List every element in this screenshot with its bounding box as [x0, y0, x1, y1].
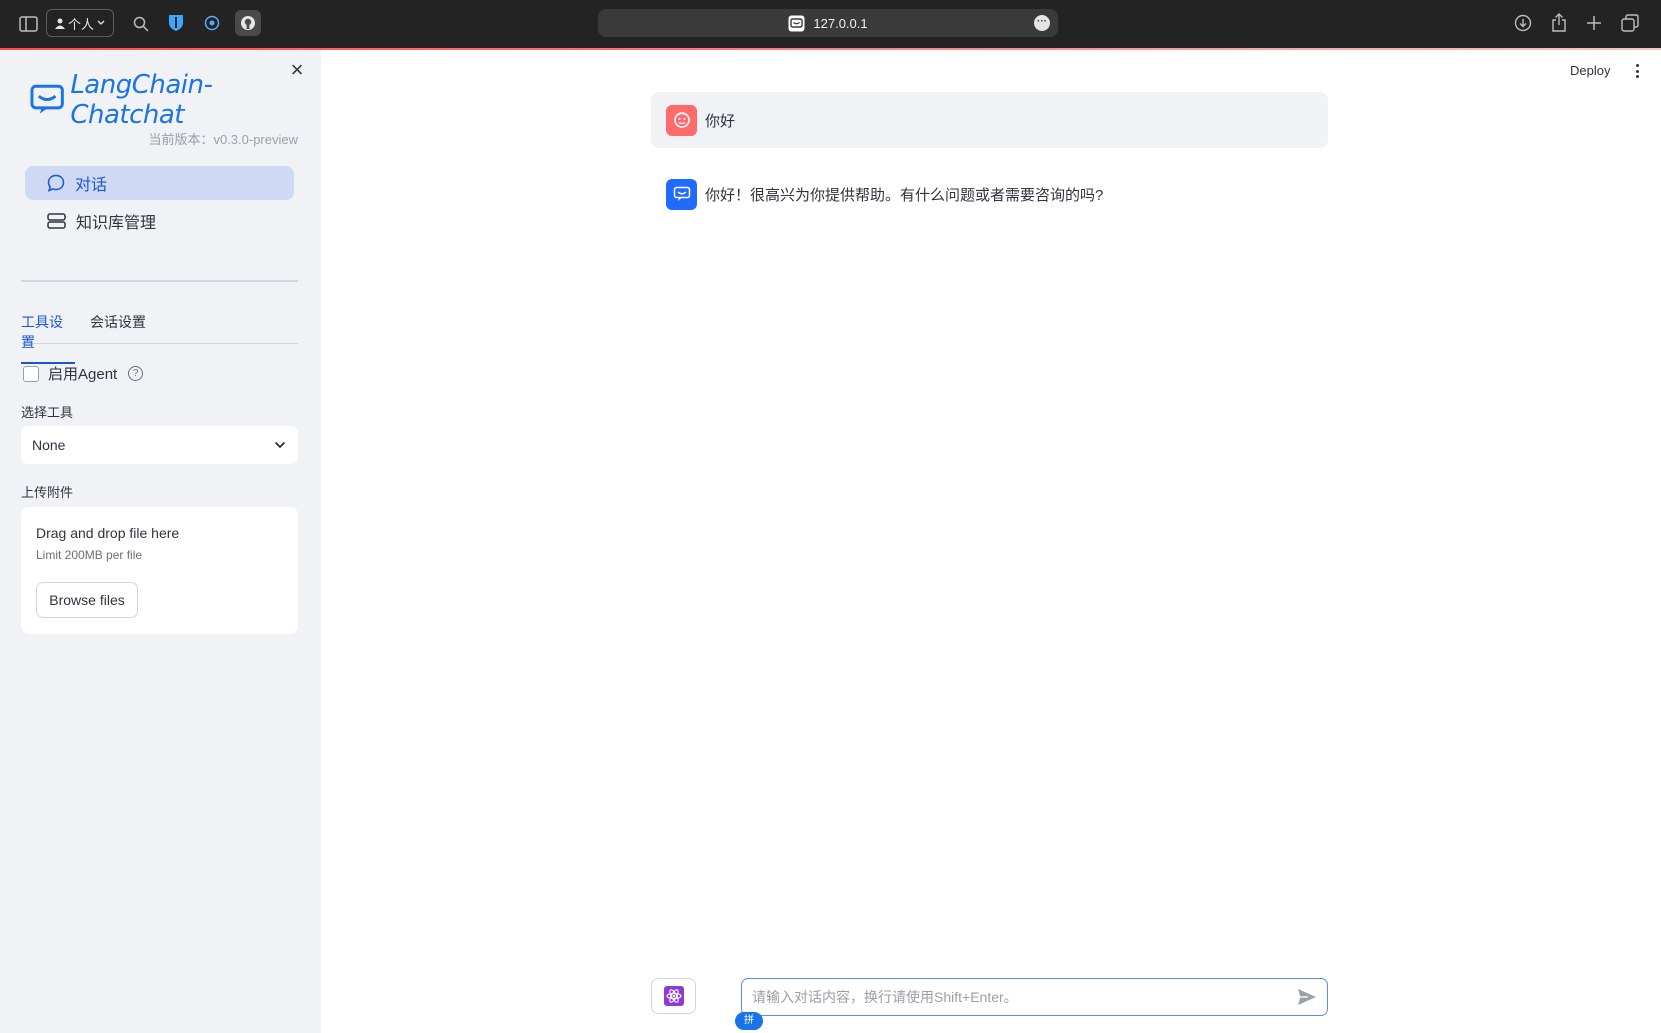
select-tool-label: 选择工具: [21, 405, 74, 420]
nav-item-knowledge-base[interactable]: 知识库管理: [25, 204, 294, 238]
deploy-button[interactable]: Deploy: [1570, 63, 1610, 78]
chat-bubble-icon: [47, 174, 65, 192]
upload-label: 上传附件: [21, 485, 74, 500]
person-icon: [54, 18, 65, 29]
chat-input-box: [741, 978, 1328, 1016]
sidebar: × LangChain-Chatchat 当前版本：v0.3.0-preview…: [0, 50, 321, 1033]
send-icon[interactable]: [1297, 988, 1317, 1006]
chat-logo-icon: [30, 84, 64, 114]
version-text: 当前版本：v0.3.0-preview: [148, 132, 298, 147]
settings-tabs: 工具设置 会话设置: [21, 312, 298, 364]
chat-message-user: 你好: [651, 92, 1328, 148]
profile-switcher[interactable]: 个人: [46, 9, 114, 37]
sidebar-divider: [21, 280, 298, 282]
sidebar-toggle-icon[interactable]: [18, 14, 38, 34]
chevron-down-icon: [274, 441, 286, 449]
tab-session-settings[interactable]: 会话设置: [90, 312, 146, 342]
file-dropzone[interactable]: Drag and drop file here Limit 200MB per …: [21, 507, 298, 634]
help-icon[interactable]: ?: [128, 366, 144, 381]
browser-toolbar: 个人 127.0.0.1 ···: [0, 0, 1661, 48]
nav-item-label: 对话: [75, 177, 108, 194]
site-favicon-icon: [788, 15, 805, 31]
user-avatar-icon: [666, 104, 697, 136]
agent-toggle-row: 启用Agent ?: [23, 363, 144, 384]
nav-item-chat[interactable]: 对话: [25, 166, 294, 200]
logo-text: LangChain-Chatchat: [70, 70, 213, 130]
chat-input[interactable]: [752, 989, 1297, 1005]
app-logo: LangChain-Chatchat: [30, 70, 321, 130]
address-bar[interactable]: 127.0.0.1 ···: [598, 9, 1058, 37]
atom-icon: [663, 986, 684, 1006]
chat-message-assistant: 你好！很高兴为你提供帮助。有什么问题或者需要咨询的吗?: [651, 178, 1328, 210]
extension-bitwarden-icon[interactable]: [163, 10, 189, 36]
new-tab-icon[interactable]: [1584, 13, 1604, 33]
url-text: 127.0.0.1: [813, 15, 868, 31]
more-options-icon[interactable]: ···: [1034, 15, 1050, 31]
database-icon: [47, 213, 66, 229]
tab-overview-icon[interactable]: [1620, 13, 1640, 33]
message-text: 你好！很高兴为你提供帮助。有什么问题或者需要咨询的吗?: [705, 186, 1104, 204]
assistant-avatar-icon: [666, 178, 697, 210]
message-text: 你好: [705, 112, 736, 130]
download-icon[interactable]: [1513, 13, 1533, 33]
search-icon[interactable]: [131, 14, 151, 34]
ime-indicator: 拼: [735, 1012, 763, 1030]
chevron-down-icon: [97, 20, 105, 25]
dropzone-title: Drag and drop file here: [36, 525, 180, 541]
dropzone-limit: Limit 200MB per file: [36, 548, 143, 562]
nav-item-label: 知识库管理: [76, 215, 157, 232]
main-menu-icon[interactable]: [1630, 62, 1644, 80]
tools-button[interactable]: [651, 978, 696, 1014]
browse-files-button[interactable]: Browse files: [36, 582, 138, 618]
extension-radar-icon[interactable]: [199, 10, 225, 36]
tool-select[interactable]: None: [21, 426, 298, 464]
agent-checkbox-label: 启用Agent: [48, 366, 118, 383]
tool-select-value: None: [32, 437, 66, 453]
agent-checkbox[interactable]: [23, 365, 39, 382]
tab-tool-settings[interactable]: 工具设置: [21, 312, 75, 364]
profile-label: 个人: [67, 16, 94, 32]
extension-github-icon[interactable]: [235, 10, 261, 36]
share-icon[interactable]: [1549, 12, 1569, 32]
